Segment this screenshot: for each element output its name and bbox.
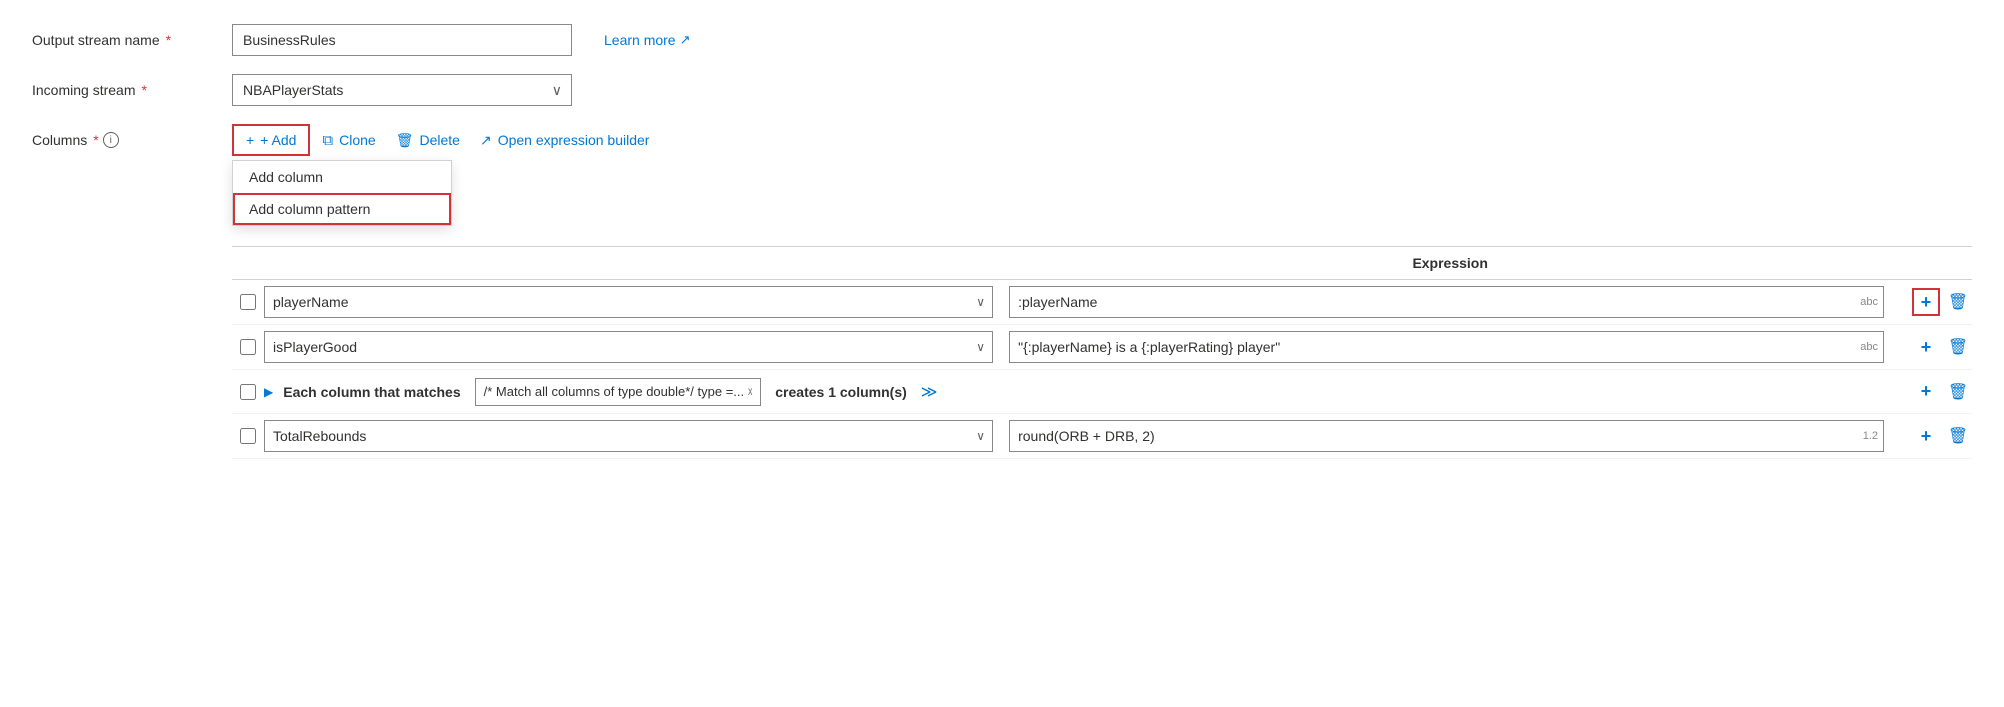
trash-icon: 🗑: [396, 132, 414, 149]
row4-name-select-wrap: TotalRebounds ∨: [264, 420, 993, 452]
row4-expr-wrap: 1.2: [1009, 420, 1884, 452]
row3-checkbox[interactable]: [240, 384, 256, 400]
row1-delete-button[interactable]: 🗑: [1944, 288, 1972, 316]
add-dropdown-menu: Add column Add column pattern: [232, 160, 452, 226]
pattern-collapse-button[interactable]: ≫: [921, 382, 938, 402]
row3-add-button[interactable]: +: [1912, 378, 1940, 406]
row4-expr-input[interactable]: [1009, 420, 1884, 452]
output-stream-input[interactable]: [232, 24, 572, 56]
row4-delete-button[interactable]: 🗑: [1944, 422, 1972, 450]
pattern-label-text: Each column that matches: [283, 384, 460, 400]
row2-checkbox[interactable]: [240, 339, 256, 355]
row4-check-cell: [232, 428, 264, 444]
row4-expr-cell: 1.2: [1001, 420, 1892, 452]
open-expression-builder-button[interactable]: ↗ Open expression builder: [472, 124, 658, 156]
info-icon: i: [103, 132, 119, 148]
delete-button[interactable]: 🗑 Delete: [388, 124, 468, 156]
delete-label: Delete: [419, 132, 459, 148]
external-icon: ↗: [480, 132, 492, 149]
header-expr-cell: Expression: [1000, 255, 1892, 271]
row1-name-select-wrap: playerName ∨: [264, 286, 993, 318]
row4-actions-cell: + 🗑: [1892, 422, 1972, 450]
row1-expr-cell: abc: [1001, 286, 1892, 318]
table-row-pattern: ▶ Each column that matches /* Match all …: [232, 370, 1972, 414]
add-button[interactable]: + + Add: [232, 124, 310, 156]
row2-name-select-wrap: isPlayerGood ∨: [264, 331, 993, 363]
row3-actions-cell: + 🗑: [1892, 378, 1972, 406]
row2-add-button[interactable]: +: [1912, 333, 1940, 361]
incoming-stream-label: Incoming stream *: [32, 82, 232, 98]
row3-delete-button[interactable]: 🗑: [1944, 378, 1972, 406]
row1-check-cell: [232, 294, 264, 310]
incoming-stream-required: *: [141, 82, 146, 98]
expression-header-text: Expression: [1412, 255, 1487, 271]
row1-name-select[interactable]: playerName: [264, 286, 993, 318]
output-stream-required: *: [166, 32, 171, 48]
row2-expr-wrap: abc: [1009, 331, 1884, 363]
clone-label: Clone: [339, 132, 376, 148]
external-link-icon: ↗: [680, 32, 691, 48]
learn-more-link[interactable]: Learn more ↗: [604, 32, 691, 48]
row3-check-cell: [232, 384, 264, 400]
add-column-pattern-label: Add column pattern: [249, 201, 370, 217]
columns-label: Columns * i: [32, 124, 232, 148]
plus-icon: +: [246, 132, 254, 148]
table-row: playerName ∨ abc + 🗑: [232, 280, 1972, 325]
add-column-label: Add column: [249, 169, 323, 185]
columns-table: Expression playerName ∨: [232, 246, 1972, 459]
pattern-expr-button[interactable]: /* Match all columns of type double*/ ty…: [475, 378, 762, 406]
table-row: isPlayerGood ∨ abc + 🗑: [232, 325, 1972, 370]
row2-name-select[interactable]: isPlayerGood: [264, 331, 993, 363]
row2-expr-input[interactable]: [1009, 331, 1884, 363]
row2-name-cell: isPlayerGood ∨: [264, 331, 1001, 363]
columns-required: *: [93, 132, 98, 148]
add-column-item[interactable]: Add column: [233, 161, 451, 193]
row1-add-button[interactable]: +: [1912, 288, 1940, 316]
pattern-expr-text: /* Match all columns of type double*/ ty…: [484, 384, 745, 399]
columns-content: + + Add ⧉ Clone 🗑 Delete ↗ Open expressi…: [232, 124, 1972, 459]
learn-more-text: Learn more: [604, 32, 676, 48]
table-header: Expression: [232, 247, 1972, 280]
row4-name-cell: TotalRebounds ∨: [264, 420, 1001, 452]
row1-actions-cell: + 🗑: [1892, 288, 1972, 316]
incoming-stream-select-container: NBAPlayerStats ∨: [232, 74, 572, 106]
open-expr-label: Open expression builder: [498, 132, 650, 148]
toolbar: + + Add ⧉ Clone 🗑 Delete ↗ Open expressi…: [232, 124, 1972, 156]
row4-checkbox[interactable]: [240, 428, 256, 444]
row2-check-cell: [232, 339, 264, 355]
pattern-expand-icon[interactable]: ▶: [264, 385, 273, 399]
row1-expr-input[interactable]: [1009, 286, 1884, 318]
output-stream-label: Output stream name *: [32, 32, 232, 48]
pattern-creates-text: creates 1 column(s): [775, 384, 907, 400]
add-button-label: + Add: [260, 132, 296, 148]
row4-add-button[interactable]: +: [1912, 422, 1940, 450]
row2-expr-cell: abc: [1001, 331, 1892, 363]
clone-icon: ⧉: [322, 132, 333, 149]
incoming-stream-select[interactable]: NBAPlayerStats: [232, 74, 572, 106]
row2-actions-cell: + 🗑: [1892, 333, 1972, 361]
table-row: TotalRebounds ∨ 1.2 + 🗑: [232, 414, 1972, 459]
row4-name-select[interactable]: TotalRebounds: [264, 420, 993, 452]
add-column-pattern-item[interactable]: Add column pattern: [233, 193, 451, 225]
row1-checkbox[interactable]: [240, 294, 256, 310]
row1-name-cell: playerName ∨: [264, 286, 1001, 318]
row1-expr-wrap: abc: [1009, 286, 1884, 318]
clone-button[interactable]: ⧉ Clone: [314, 124, 383, 156]
pattern-expr-close-icon: ᵡ: [748, 385, 752, 399]
row2-delete-button[interactable]: 🗑: [1944, 333, 1972, 361]
